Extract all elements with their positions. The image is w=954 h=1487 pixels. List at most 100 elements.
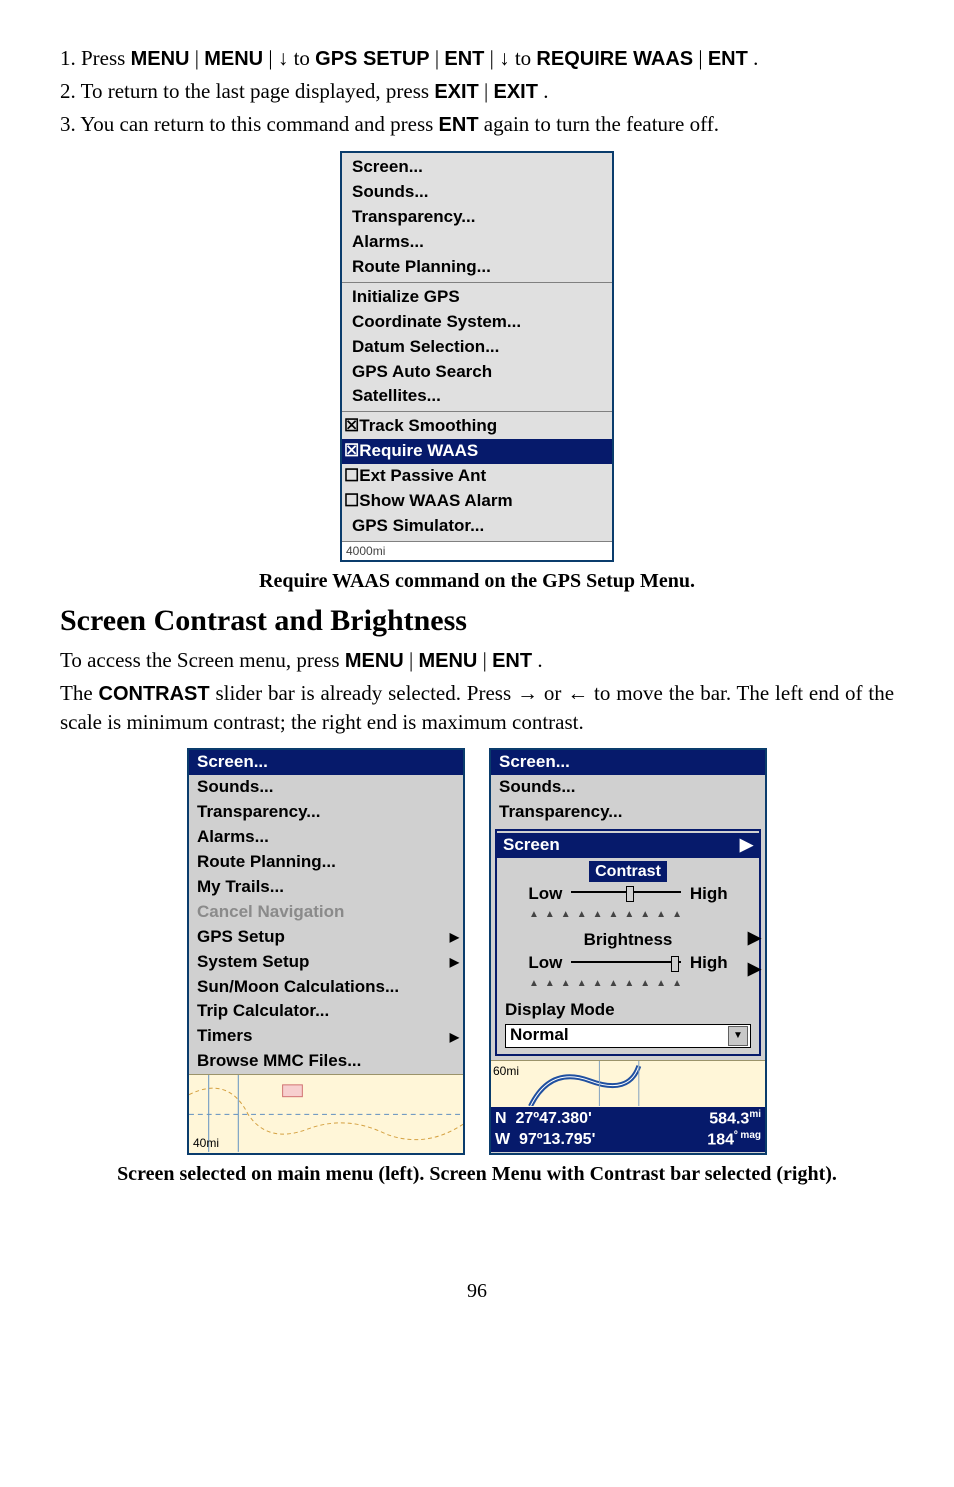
menu-item[interactable]: Sun/Moon Calculations... xyxy=(189,975,463,1000)
high-label: High xyxy=(690,953,728,972)
submenu-arrow-icon: ▶ xyxy=(450,1029,459,1045)
brightness-slider[interactable] xyxy=(571,961,681,963)
menu-item-screen[interactable]: Screen... xyxy=(491,750,765,775)
display-mode-select[interactable]: Normal ▼ xyxy=(505,1024,751,1048)
display-mode-label: Display Mode xyxy=(497,997,759,1024)
step-1: 1. Press MENU | MENU | ↓ to GPS SETUP | … xyxy=(60,44,894,73)
menu-item[interactable]: Alarms... xyxy=(189,825,463,850)
text: 3. You can return to this command and pr… xyxy=(60,112,439,136)
text: The xyxy=(60,681,99,705)
menu-item-screen[interactable]: Screen... xyxy=(189,750,463,775)
menu-item[interactable]: Screen... xyxy=(342,155,612,180)
w-value: 97º13.795' xyxy=(519,1131,595,1148)
menu-item[interactable]: Route Planning... xyxy=(189,850,463,875)
label: Show WAAS Alarm xyxy=(359,491,512,510)
n-label: N xyxy=(495,1110,507,1127)
key-ent: ENT xyxy=(439,114,479,136)
submenu-arrow-icon: ▶ xyxy=(740,834,753,857)
menu-section-3: ☒Track Smoothing ☒Require WAAS ☐Ext Pass… xyxy=(342,412,612,542)
menu-item-track-smoothing[interactable]: ☒Track Smoothing xyxy=(342,414,612,439)
figure-two-panels: Screen... Sounds... Transparency... Alar… xyxy=(60,748,894,1155)
submenu-arrow-icon: ▶ xyxy=(450,954,459,970)
submenu-arrow-icon: ▶ xyxy=(748,958,761,981)
key-ent: ENT xyxy=(708,48,748,70)
menu-item-show-waas-alarm[interactable]: ☐Show WAAS Alarm xyxy=(342,489,612,514)
menu-item[interactable]: Sounds... xyxy=(491,775,765,800)
menu-item[interactable]: Satellites... xyxy=(342,384,612,409)
step-2: 2. To return to the last page displayed,… xyxy=(60,77,894,106)
low-label: Low xyxy=(528,884,562,903)
gps-setup-menu: Screen... Sounds... Transparency... Alar… xyxy=(340,151,614,562)
overlay-title: Screen ▶ xyxy=(497,833,759,858)
menu-item[interactable]: Route Planning... xyxy=(342,255,612,280)
submenu-arrow-icon: ▶ xyxy=(748,927,761,950)
key-menu: MENU xyxy=(345,650,404,672)
para-contrast-instructions: The CONTRAST slider bar is already selec… xyxy=(60,679,894,736)
contrast-slider[interactable] xyxy=(571,891,681,893)
sep: | xyxy=(484,79,488,103)
sep: | xyxy=(435,46,439,70)
menu-section-1: Screen... Sounds... Transparency... Alar… xyxy=(342,153,612,283)
menu-item-gps-simulator[interactable]: GPS Simulator... xyxy=(342,514,612,539)
menu-item-timers[interactable]: Timers▶ xyxy=(189,1024,463,1049)
submenu-arrow-icon: ▶ xyxy=(450,929,459,945)
text: slider bar is already selected. Press xyxy=(215,681,517,705)
label: Track Smoothing xyxy=(359,416,497,435)
high-label: High xyxy=(690,884,728,903)
figure-caption-2: Screen selected on main menu (left). Scr… xyxy=(60,1161,894,1188)
menu-item[interactable]: Sounds... xyxy=(189,775,463,800)
text: 2. To return to the last page displayed,… xyxy=(60,79,434,103)
para-access-screen-menu: To access the Screen menu, press MENU | … xyxy=(60,646,894,675)
key-menu: MENU xyxy=(204,48,263,70)
arrow-right-icon: → xyxy=(517,681,538,705)
menu-item[interactable]: Transparency... xyxy=(189,800,463,825)
arrow-left-icon: ← xyxy=(567,681,588,705)
menu-item[interactable]: Transparency... xyxy=(342,205,612,230)
menu-item[interactable]: GPS Auto Search xyxy=(342,360,612,385)
key-exit: EXIT xyxy=(493,81,537,103)
menu-item[interactable]: Initialize GPS xyxy=(342,285,612,310)
bearing-value: 184 xyxy=(707,1132,734,1149)
bearing-unit: º mag xyxy=(734,1130,761,1141)
key-exit: EXIT xyxy=(434,81,478,103)
page-number: 96 xyxy=(60,1278,894,1305)
menu-item[interactable]: Coordinate System... xyxy=(342,310,612,335)
sep: | xyxy=(483,648,487,672)
menu-item[interactable]: Browse MMC Files... xyxy=(189,1049,463,1074)
sep: | xyxy=(268,46,272,70)
menu-section-2: Initialize GPS Coordinate System... Datu… xyxy=(342,283,612,413)
menu-item-require-waas[interactable]: ☒Require WAAS xyxy=(342,439,612,464)
arrow-down-icon: ↓ xyxy=(499,46,510,70)
checkbox-icon: ☐ xyxy=(344,466,359,485)
sep: | xyxy=(195,46,199,70)
checkbox-icon: ☐ xyxy=(344,491,359,510)
arrow-down-icon: ↓ xyxy=(278,46,289,70)
text: 1. Press xyxy=(60,46,131,70)
menu-item[interactable]: Alarms... xyxy=(342,230,612,255)
display-mode-value: Normal xyxy=(510,1024,569,1047)
heading-screen-contrast: Screen Contrast and Brightness xyxy=(60,601,894,642)
ticks: ▲▲▲▲▲▲▲▲▲▲ xyxy=(529,977,727,991)
menu-item[interactable]: Datum Selection... xyxy=(342,335,612,360)
screen-menu-panel: Screen... Sounds... Transparency... Scre… xyxy=(489,748,767,1155)
menu-item-cancel-navigation: Cancel Navigation xyxy=(189,900,463,925)
map-scale: 60mi xyxy=(493,1063,519,1079)
menu-item[interactable]: Transparency... xyxy=(491,800,765,825)
key-menu: MENU xyxy=(418,650,477,672)
menu-item[interactable]: My Trails... xyxy=(189,875,463,900)
menu-item-gps-setup[interactable]: GPS Setup▶ xyxy=(189,925,463,950)
map-preview: 60mi xyxy=(491,1060,765,1107)
menu-item[interactable]: Trip Calculator... xyxy=(189,999,463,1024)
label: Ext Passive Ant xyxy=(359,466,486,485)
menu-item-ext-passive-ant[interactable]: ☐Ext Passive Ant xyxy=(342,464,612,489)
text: . xyxy=(543,79,548,103)
text: or xyxy=(544,681,567,705)
main-menu-panel: Screen... Sounds... Transparency... Alar… xyxy=(187,748,465,1155)
menu-item-system-setup[interactable]: System Setup▶ xyxy=(189,950,463,975)
w-label: W xyxy=(495,1131,510,1148)
status-distance: 4000mi xyxy=(342,542,612,560)
dropdown-arrow-icon[interactable]: ▼ xyxy=(728,1026,748,1046)
checkbox-icon: ☒ xyxy=(344,416,359,435)
menu-item[interactable]: Sounds... xyxy=(342,180,612,205)
contrast-row: Contrast Low High xyxy=(497,858,759,908)
